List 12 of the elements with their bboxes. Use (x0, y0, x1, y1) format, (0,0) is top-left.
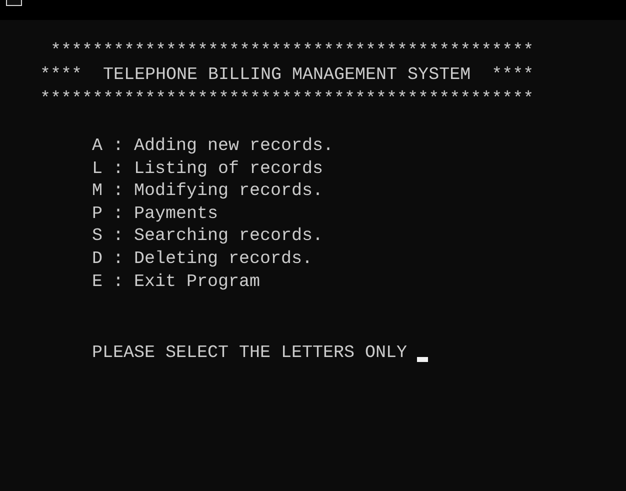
text-cursor (417, 357, 428, 362)
menu-option: L : Listing of records (92, 158, 324, 180)
menu-option: M : Modifying records. (92, 180, 324, 203)
banner-line: ********************************************** (50, 40, 534, 63)
menu-option: E : Exit Program (92, 270, 260, 294)
banner-line: **** TELEPHONE BILLING MANAGEMENT SYSTEM **** (40, 64, 534, 87)
menu-option: S : Searching records. (92, 225, 324, 248)
banner-line: *********************************************** (40, 88, 534, 111)
menu-option: D : Deleting records. (92, 248, 313, 271)
menu-option: P : Payments (92, 202, 218, 226)
menu-option: A : Adding new records. (92, 135, 334, 158)
prompt-text: PLEASE SELECT THE LETTERS ONLY (92, 342, 408, 366)
